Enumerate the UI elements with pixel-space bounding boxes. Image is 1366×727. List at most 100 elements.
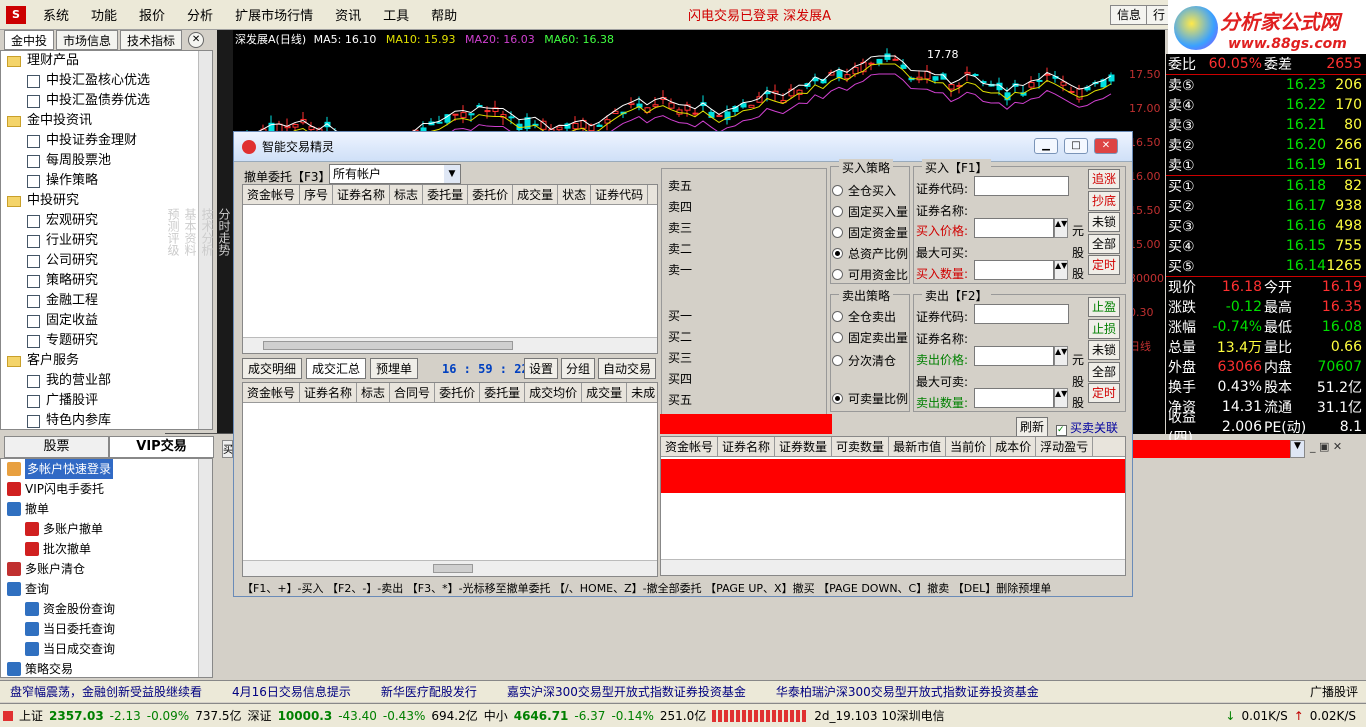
side-button[interactable]: 止盈 (1088, 297, 1120, 317)
panel-window-controls[interactable]: _ ▣ ✕ (1310, 440, 1342, 453)
column-header[interactable]: 资金帐号 (243, 383, 301, 402)
buy-code-input[interactable] (974, 176, 1069, 196)
order-table[interactable]: 资金帐号 序号 证券名称 标志 委托量 委托价 成交量 状态 证券代码 (242, 184, 658, 354)
buy-qty-input[interactable] (974, 260, 1054, 280)
column-header[interactable]: 合同号 (390, 383, 436, 402)
vip-tree-item[interactable]: 撤单 (1, 499, 212, 519)
tool-button[interactable]: 分组 (561, 358, 596, 379)
ticker-item[interactable]: 新华医疗配股发行 (381, 683, 477, 700)
book-buy-level[interactable]: 买二 (668, 328, 692, 345)
sell-qty-input[interactable] (974, 388, 1054, 408)
app-logo-icon[interactable]: S (6, 5, 26, 24)
column-header[interactable]: 证券名称 (300, 383, 358, 402)
vip-tree-item[interactable]: 查询 (1, 579, 212, 599)
strategy-radio[interactable]: 总资产比例 (832, 245, 908, 262)
side-button[interactable]: 全部 (1088, 233, 1120, 254)
menu-function[interactable]: 功能 (80, 5, 128, 24)
info-button[interactable]: 信息 (1110, 5, 1149, 25)
column-header[interactable]: 成交量 (582, 383, 628, 402)
buy-price-spinner[interactable]: ▲▼ (1054, 218, 1068, 238)
ticker-item[interactable]: 广播股评 (1310, 683, 1358, 700)
strategy-radio[interactable]: 全仓卖出 (832, 308, 896, 325)
account-select[interactable]: 所有帐户 ▼ (329, 164, 461, 184)
menu-help[interactable]: 帮助 (420, 5, 468, 24)
tab-stocks[interactable]: 股票 (4, 436, 109, 458)
column-header[interactable]: 资金帐号 (243, 185, 301, 204)
column-header[interactable]: 当前价 (946, 437, 992, 456)
book-buy-level[interactable]: 买五 (668, 391, 692, 408)
column-header[interactable]: 委托价 (435, 383, 481, 402)
chevron-down-icon[interactable]: ▼ (444, 165, 460, 183)
side-button[interactable]: 全部 (1088, 361, 1120, 382)
strategy-radio[interactable]: 可用资金比 (832, 266, 908, 283)
side-button[interactable]: 定时 (1088, 255, 1120, 275)
column-header[interactable]: 委托量 (480, 383, 526, 402)
column-header[interactable]: 证券名称 (718, 437, 776, 456)
strategy-radio[interactable]: 分次清仓 (832, 352, 896, 369)
column-header[interactable]: 浮动盈亏 (1036, 437, 1094, 456)
side-button[interactable]: 定时 (1088, 383, 1120, 403)
strategy-radio[interactable]: 可卖量比例 (832, 390, 908, 407)
vip-tree-item[interactable]: 资金股份查询 (1, 599, 212, 619)
tab-jinzhongtou[interactable]: 金中投 (4, 30, 55, 50)
menu-quote[interactable]: 报价 (128, 5, 176, 24)
server-info[interactable]: 2d_19.103 10深圳电信 (814, 707, 944, 724)
column-header[interactable]: 可卖数量 (832, 437, 890, 456)
tab-1[interactable]: 成交汇总 (306, 358, 367, 379)
ticker-item[interactable]: 嘉实沪深300交易型开放式指数证券投资基金 (507, 683, 746, 700)
column-header[interactable]: 资金帐号 (661, 437, 719, 456)
trade-table[interactable]: 资金帐号 证券名称 标志 合同号 委托价 委托量 成交均价 成交量 未成 (242, 382, 658, 577)
column-header[interactable]: 最新市值 (889, 437, 947, 456)
vip-tree-item[interactable]: 当日成交查询 (1, 639, 212, 659)
column-header[interactable]: 标志 (357, 383, 391, 402)
book-sell-level[interactable]: 卖四 (668, 198, 692, 215)
tab-vip-trade[interactable]: VIP交易 (109, 436, 214, 458)
side-button[interactable]: 抄底 (1088, 190, 1120, 211)
menu-news[interactable]: 资讯 (324, 5, 372, 24)
tool-button[interactable]: 设置 (524, 358, 559, 379)
close-icon[interactable]: ✕ (1094, 138, 1118, 154)
vip-tree-scrollbar[interactable] (198, 459, 212, 677)
chevron-down-icon[interactable]: ▼ (1290, 440, 1305, 458)
position-table-hscroll[interactable] (661, 559, 1125, 575)
column-header[interactable]: 委托量 (423, 185, 469, 204)
strategy-radio[interactable]: 全仓买入 (832, 182, 896, 199)
menu-system[interactable]: 系统 (32, 5, 80, 24)
panel-tab-stub[interactable]: 买 (222, 440, 233, 458)
sell-code-input[interactable] (974, 304, 1069, 324)
column-header[interactable]: 未成 (627, 383, 657, 402)
refresh-button[interactable]: 刷新 (1016, 417, 1048, 437)
sh-index[interactable]: 2357.03 (49, 709, 104, 723)
ticker-item[interactable]: 盘窄幅震荡，金融创新受益股继续看 (10, 683, 202, 700)
vip-tree-item[interactable]: 策略交易 (1, 659, 212, 677)
trade-table-hscroll[interactable] (243, 560, 657, 576)
chart-vtab[interactable]: 基本资料 (182, 30, 199, 434)
column-header[interactable]: 成本价 (991, 437, 1037, 456)
side-button[interactable]: 追涨 (1088, 169, 1120, 189)
tab-market-info[interactable]: 市场信息 (56, 30, 119, 50)
column-header[interactable]: 证券名称 (333, 185, 391, 204)
order-table-hscroll[interactable] (243, 337, 657, 353)
tab-0[interactable]: 成交明细 (242, 358, 303, 379)
strategy-radio[interactable]: 固定资金量 (832, 224, 908, 241)
maximize-icon[interactable]: □ (1064, 138, 1088, 154)
zx-index[interactable]: 4646.71 (514, 709, 569, 723)
menu-analysis[interactable]: 分析 (176, 5, 224, 24)
menu-extended-market[interactable]: 扩展市场行情 (224, 5, 324, 24)
side-button[interactable]: 止损 (1088, 318, 1120, 339)
sz-index[interactable]: 10000.3 (278, 709, 333, 723)
chart-vtab[interactable]: 分时走势 (216, 30, 233, 434)
side-button[interactable]: 未锁 (1088, 212, 1120, 232)
strategy-radio[interactable]: 固定卖出量 (832, 329, 908, 346)
tool-button[interactable]: 自动交易 (598, 358, 657, 379)
column-header[interactable]: 委托价 (468, 185, 514, 204)
vip-tree-item[interactable]: 当日委托查询 (1, 619, 212, 639)
minimize-icon[interactable]: ▁ (1034, 138, 1058, 154)
code-search-bar[interactable] (1133, 440, 1305, 458)
book-buy-level[interactable]: 买四 (668, 370, 692, 387)
column-header[interactable]: 标志 (390, 185, 424, 204)
vip-tree-item[interactable]: 多帐户快速登录 (1, 459, 212, 479)
book-sell-level[interactable]: 卖三 (668, 219, 692, 236)
buy-price-input[interactable] (974, 218, 1054, 238)
position-table[interactable]: 资金帐号 证券名称 证券数量 可卖数量 最新市值 当前价 成本价 浮动盈亏 (660, 436, 1126, 576)
